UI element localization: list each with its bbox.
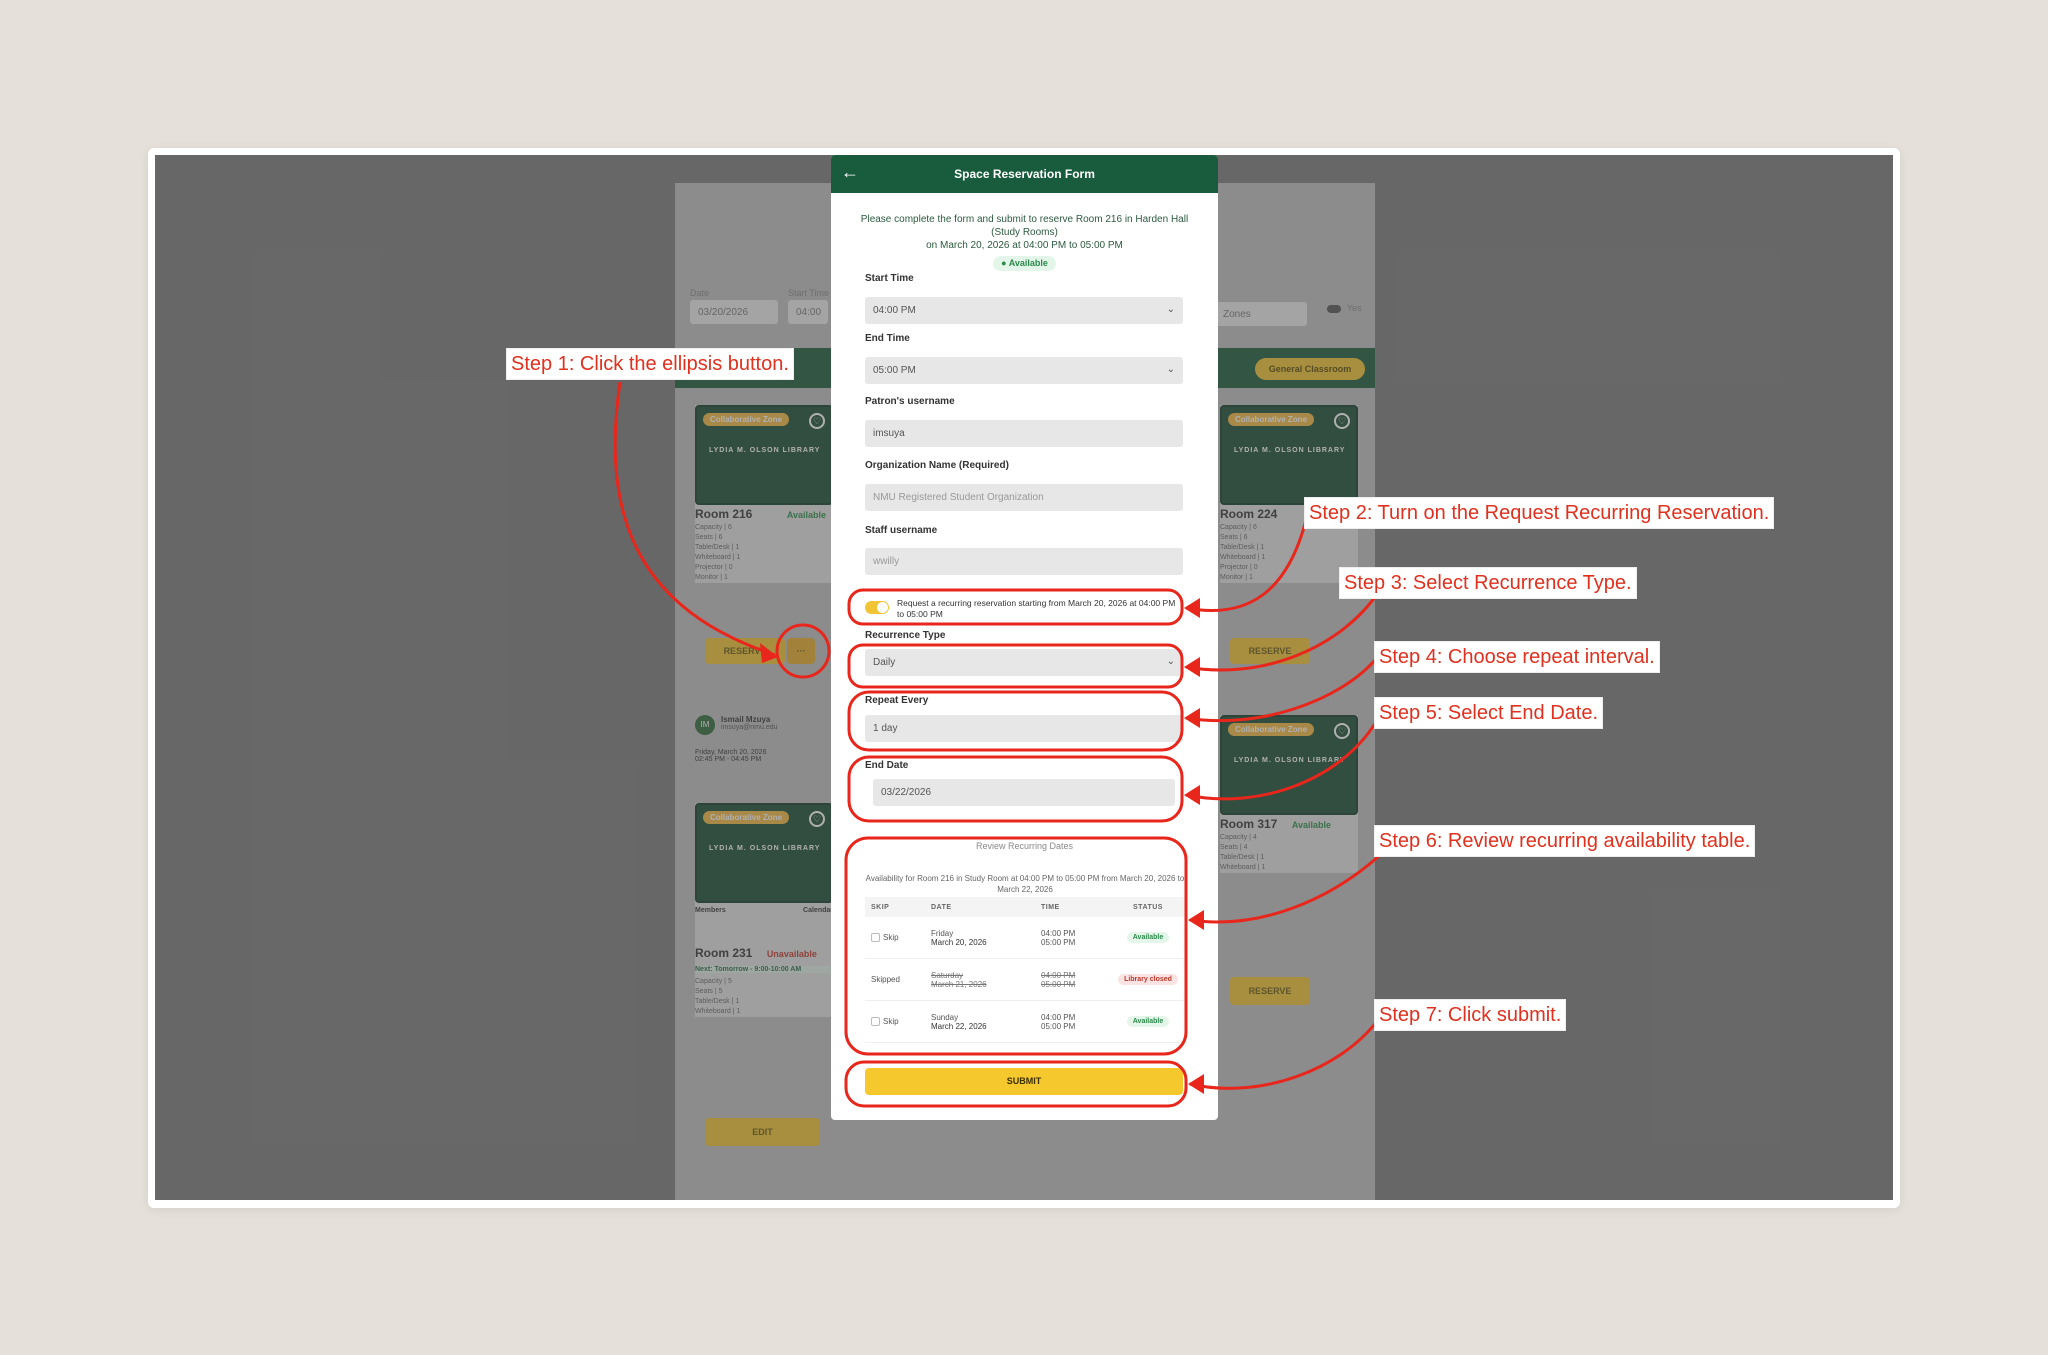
date-cell: Saturday March 21, 2026 [931, 971, 1041, 989]
intro-line-1: Please complete the form and submit to r… [860, 214, 1189, 238]
step4-callout: Step 4: Choose repeat interval. [1374, 641, 1660, 673]
step3-callout: Step 3: Select Recurrence Type. [1339, 567, 1637, 599]
availability-badge: ● Available [993, 256, 1056, 271]
step6-callout: Step 6: Review recurring availability ta… [1374, 825, 1756, 857]
skip-cell: Skipped [865, 975, 931, 984]
submit-button[interactable]: SUBMIT [865, 1068, 1183, 1095]
end-time-label: End Time [865, 333, 910, 344]
toggle-knob [877, 602, 888, 613]
date-cell: Sunday March 22, 2026 [931, 1013, 1041, 1031]
day-name: Friday [931, 928, 954, 938]
time-start: 04:00 PM [1041, 970, 1076, 980]
table-row: Skip Sunday March 22, 2026 04:00 PM 05:00 … [865, 1001, 1185, 1043]
staff-input[interactable]: wwilly [865, 548, 1183, 575]
table-row: Skip Friday March 20, 2026 04:00 PM 05:00 … [865, 917, 1185, 959]
status-cell: Available [1111, 932, 1185, 943]
date-cell: Friday March 20, 2026 [931, 929, 1041, 947]
status-cell: Library closed [1111, 974, 1185, 985]
table-row: Skipped Saturday March 21, 2026 04:00 PM 0… [865, 959, 1185, 1001]
chevron-down-icon: ⌄ [1166, 364, 1175, 375]
status-cell: Available [1111, 1016, 1185, 1027]
col-time: TIME [1041, 903, 1060, 911]
table-header: SKIP DATE TIME STATUS [865, 897, 1185, 917]
time-cell: 04:00 PM 05:00 PM [1041, 1013, 1111, 1031]
recurrence-type-select[interactable]: Daily ⌄ [865, 649, 1183, 676]
col-status: STATUS [1133, 903, 1163, 911]
time-cell: 04:00 PM 05:00 PM [1041, 929, 1111, 947]
time-end: 05:00 PM [1041, 937, 1076, 947]
date-value: March 20, 2026 [931, 937, 987, 947]
chevron-down-icon: ⌄ [1166, 304, 1175, 315]
skip-checkbox[interactable] [871, 1017, 880, 1027]
end-time-value: 05:00 PM [873, 365, 916, 376]
skip-cell[interactable]: Skip [865, 932, 931, 943]
step7-callout: Step 7: Click submit. [1374, 999, 1567, 1031]
modal-title: Space Reservation Form [954, 167, 1095, 181]
step5-callout: Step 5: Select End Date. [1374, 697, 1604, 729]
time-start: 04:00 PM [1041, 928, 1076, 938]
status-badge: Available [1126, 1016, 1170, 1027]
repeat-every-input[interactable]: 1 day [865, 715, 1183, 742]
chevron-down-icon: ⌄ [1166, 656, 1175, 667]
review-summary: Availability for Room 216 in Study Room … [865, 874, 1185, 894]
recurrence-type-label: Recurrence Type [865, 630, 946, 641]
skip-label: Skip [883, 932, 899, 942]
date-value: March 22, 2026 [931, 1021, 987, 1031]
day-name: Saturday [931, 970, 964, 980]
time-cell: 04:00 PM 05:00 PM [1041, 971, 1111, 989]
review-title: Review Recurring Dates [975, 841, 1074, 851]
reservation-modal: ← Space Reservation Form Please complete… [831, 155, 1218, 1120]
recurring-toggle-text: Request a recurring reservation starting… [897, 598, 1176, 619]
end-date-input[interactable]: 03/22/2026 [873, 779, 1175, 806]
start-time-value: 04:00 PM [873, 305, 916, 316]
repeat-every-label: Repeat Every [865, 695, 929, 706]
intro-line-2: on March 20, 2026 at 04:00 PM to 05:00 P… [926, 240, 1123, 251]
recurrence-type-value: Daily [873, 657, 896, 668]
day-name: Sunday [931, 1012, 959, 1022]
organization-label: Organization Name (Required) [865, 460, 1009, 471]
organization-input[interactable]: NMU Registered Student Organization [865, 484, 1183, 511]
status-badge: Available [1126, 932, 1170, 943]
skip-label: Skipped [871, 975, 900, 984]
patron-input[interactable]: imsuya [865, 420, 1183, 447]
end-time-select[interactable]: 05:00 PM ⌄ [865, 357, 1183, 384]
patron-label: Patron's username [865, 396, 955, 407]
recurring-dates-table: SKIP DATE TIME STATUS Skip Friday March 2… [865, 897, 1185, 1043]
col-skip: SKIP [871, 903, 890, 911]
status-badge: Library closed [1118, 974, 1178, 985]
time-start: 04:00 PM [1041, 1012, 1076, 1022]
start-time-label: Start Time [865, 273, 914, 284]
modal-header: ← Space Reservation Form [831, 155, 1218, 193]
date-value: March 21, 2026 [931, 979, 987, 989]
time-end: 05:00 PM [1041, 979, 1076, 989]
step1-callout: Step 1: Click the ellipsis button. [506, 348, 794, 380]
start-time-select[interactable]: 04:00 PM ⌄ [865, 297, 1183, 324]
staff-label: Staff username [865, 525, 938, 536]
skip-cell[interactable]: Skip [865, 1016, 931, 1027]
end-date-label: End Date [865, 760, 909, 771]
step2-callout: Step 2: Turn on the Request Recurring Re… [1304, 497, 1775, 529]
skip-label: Skip [883, 1016, 899, 1026]
time-end: 05:00 PM [1041, 1021, 1076, 1031]
recurring-toggle[interactable] [865, 601, 889, 614]
col-date: DATE [931, 903, 952, 911]
skip-checkbox[interactable] [871, 933, 880, 943]
availability-text: Available [1008, 258, 1048, 268]
intro-text: Please complete the form and submit to r… [859, 213, 1190, 271]
